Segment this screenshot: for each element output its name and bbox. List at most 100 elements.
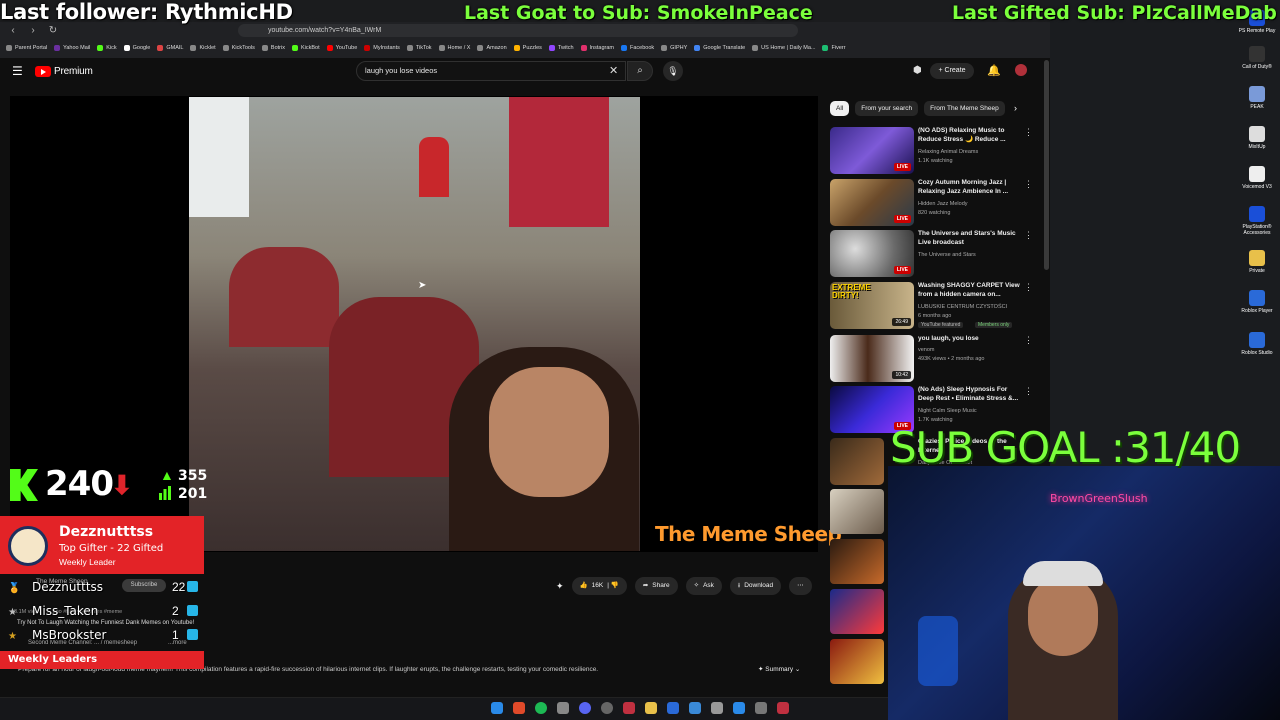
bookmark-item[interactable]: Instagram [580,45,614,51]
chip-all[interactable]: All [830,101,850,116]
recommended-video[interactable]: LIVE Cozy Autumn Morning Jazz | Relaxing… [830,179,1035,227]
notifications-bell-icon[interactable]: 🔔 [987,64,1001,77]
more-options-icon[interactable]: ⋮ [1024,127,1033,138]
video-thumbnail[interactable]: LIVE [830,179,914,226]
recommended-video[interactable]: LIVE The Universe and Stars's Music Live… [830,230,1035,278]
bookmark-item[interactable]: Kicklet [190,45,216,51]
clear-search-icon[interactable]: ✕ [609,64,618,77]
video-thumbnail[interactable] [830,489,884,534]
cast-icon[interactable]: ⬢ [913,65,922,76]
video-title[interactable]: Washing SHAGGY CARPET View from a hidden… [918,282,1024,299]
video-thumbnail[interactable] [830,589,884,634]
desktop-icon[interactable]: Call of Duty® [1238,46,1276,70]
chip-from-channel[interactable]: From The Meme Sheep [924,101,1005,116]
microphone-icon[interactable]: 🎙 [663,61,683,81]
video-title[interactable]: you laugh, you lose [918,335,1024,344]
back-icon[interactable]: ‹ [6,24,20,38]
recommended-video[interactable]: LIVE (NO ADS) Relaxing Music to Reduce S… [830,127,1035,175]
more-options-icon[interactable]: ⋮ [1024,230,1033,241]
hype-icon[interactable]: ✦ [556,581,564,592]
video-title[interactable]: (NO ADS) Relaxing Music to Reduce Stress… [918,127,1024,144]
more-options-icon[interactable]: ⋮ [1024,179,1033,190]
bookmark-item[interactable]: Botrix [261,45,285,51]
address-bar[interactable]: youtube.com/watch?v=Y4nBa_IWrM [238,24,798,37]
spotify-icon[interactable] [535,702,547,714]
forward-icon[interactable]: › [26,24,40,38]
bookmark-item[interactable]: Amazon [477,45,507,51]
steam-icon[interactable] [689,702,701,714]
channel-name[interactable]: venom [918,347,935,354]
recommended-video[interactable]: 10:42 you laugh, you lose venom 493K vie… [830,335,1035,383]
bookmark-item[interactable]: Fiverr [822,45,846,51]
discord-icon[interactable] [579,702,591,714]
desktop-icon[interactable]: PlayStation® Accessories [1238,206,1276,236]
desktop-icon[interactable]: Voicemod V3 [1238,166,1276,190]
video-thumbnail[interactable]: LIVE [830,230,914,277]
ask-button[interactable]: ✧ Ask [685,577,722,595]
video-thumbnail[interactable]: LIVE [830,127,914,174]
app-icon[interactable] [777,702,789,714]
bookmark-item[interactable]: KickBot [291,45,320,51]
video-thumbnail[interactable] [830,438,884,485]
app-icon[interactable] [623,702,635,714]
premium-label[interactable]: Premium [54,66,93,77]
bookmark-item[interactable]: US Home | Daily Ma... [752,45,815,51]
more-options-icon[interactable]: ⋮ [1024,335,1033,346]
app-icon[interactable] [733,702,745,714]
brave-icon[interactable] [513,702,525,714]
video-title[interactable]: Cozy Autumn Morning Jazz | Relaxing Jazz… [918,179,1024,196]
channel-name[interactable]: Night Calm Sleep Music [918,408,977,415]
desktop-icon[interactable]: Roblox Player [1238,290,1276,314]
download-button[interactable]: ⭳ Download [729,577,782,595]
desktop-icon[interactable]: PEAK [1238,86,1276,110]
desktop-icon[interactable]: Private [1238,250,1276,274]
bookmark-item[interactable]: Facebook [621,45,654,51]
bookmark-item[interactable]: Google Translate [694,45,745,51]
bookmark-item[interactable]: GIPHY [661,45,687,51]
start-icon[interactable] [491,702,503,714]
settings-icon[interactable] [755,702,767,714]
chip-from-search[interactable]: From your search [855,101,919,116]
channel-name[interactable]: The Universe and Stars [918,252,976,259]
reload-icon[interactable]: ↻ [46,24,60,38]
folder-icon[interactable] [645,702,657,714]
like-button[interactable]: 👍 16K | 👎 [571,577,627,595]
bookmark-item[interactable]: Google [123,45,150,51]
video-thumbnail[interactable] [830,539,884,584]
recommended-video[interactable]: EXTREME DIRTY! 26:49 Washing SHAGGY CARP… [830,282,1035,330]
video-title[interactable]: The Universe and Stars's Music Live broa… [918,230,1024,247]
desktop-icon[interactable]: Roblox Studio [1238,332,1276,356]
video-thumbnail[interactable]: 10:42 [830,335,914,382]
summary-button[interactable]: ✦ Summary ⌄ [758,665,800,673]
more-options-icon[interactable]: ⋮ [1024,282,1033,293]
channel-name[interactable]: LUBUSKIE CENTRUM CZYSTOŚCI [918,304,1007,311]
video-title[interactable]: (No Ads) Sleep Hypnosis For Deep Rest • … [918,386,1024,403]
channel-name[interactable]: Relaxing Animal Dreams [918,149,978,156]
create-button[interactable]: + Create [930,63,974,79]
youtube-logo[interactable] [35,66,51,77]
bookmark-item[interactable]: GMAIL [157,45,183,51]
app-icon[interactable] [711,702,723,714]
more-actions-icon[interactable]: ⋯ [789,577,812,595]
bookmark-item[interactable]: MyInstants [364,45,400,51]
bookmark-item[interactable]: KickTools [222,45,255,51]
share-button[interactable]: ➦ Share [634,577,678,595]
app-icon[interactable] [557,702,569,714]
bookmark-item[interactable]: Puzzles [513,45,542,51]
bookmark-item[interactable]: TikTok [406,45,432,51]
obs-icon[interactable] [601,702,613,714]
channel-name[interactable]: Hidden Jazz Melody [918,201,968,208]
bookmark-item[interactable]: Parent Portal [6,45,47,51]
app-icon[interactable] [667,702,679,714]
account-avatar[interactable] [1015,64,1027,76]
desktop-icon[interactable]: MixItUp [1238,126,1276,150]
scrollbar[interactable] [1044,60,1049,270]
hamburger-menu-icon[interactable]: ☰ [12,65,24,77]
chevron-right-icon[interactable]: › [1014,103,1017,113]
bookmark-item[interactable]: Home / X [438,45,470,51]
more-options-icon[interactable]: ⋮ [1024,386,1033,397]
bookmark-item[interactable]: Kick [97,45,117,51]
search-icon[interactable]: ⌕ [627,61,653,81]
search-input[interactable]: laugh you lose videos [356,61,626,81]
video-frame[interactable] [189,97,640,551]
